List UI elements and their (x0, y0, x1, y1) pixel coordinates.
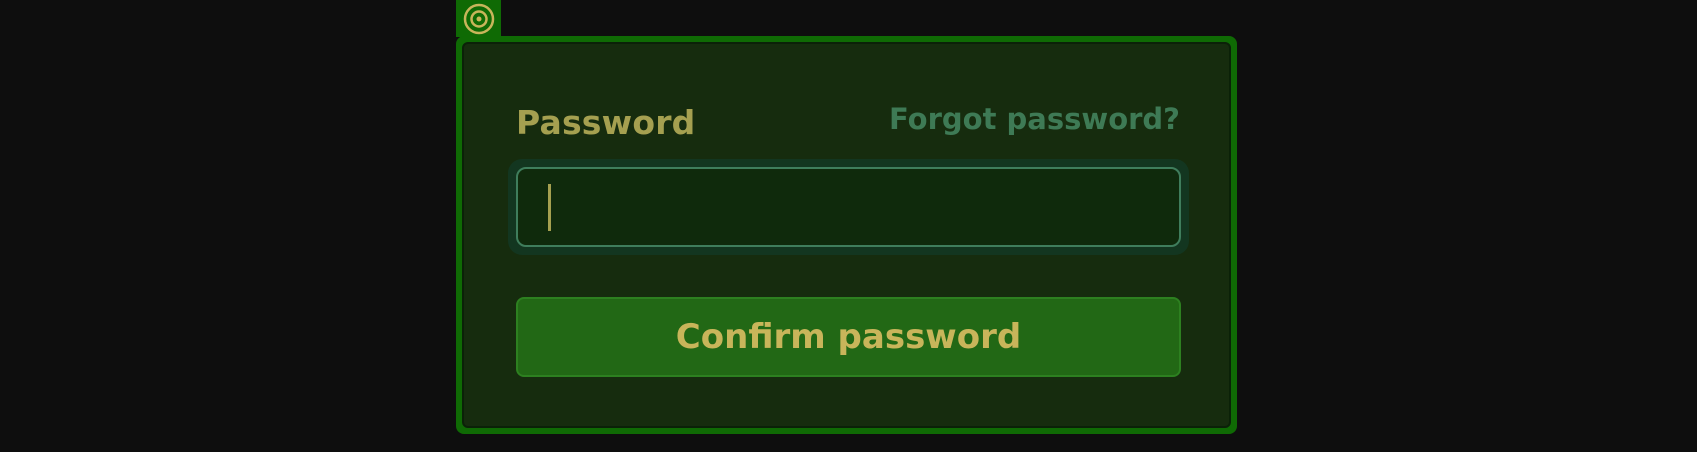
text-caret (548, 184, 551, 231)
password-input[interactable] (516, 167, 1181, 247)
forgot-password-link[interactable]: Forgot password? (889, 102, 1180, 136)
password-label: Password (516, 103, 696, 142)
login-stage: Password Forgot password? Confirm passwo… (0, 0, 1697, 452)
target-icon (462, 2, 496, 36)
confirm-password-button[interactable]: Confirm password (516, 297, 1181, 377)
badge (456, 0, 501, 37)
